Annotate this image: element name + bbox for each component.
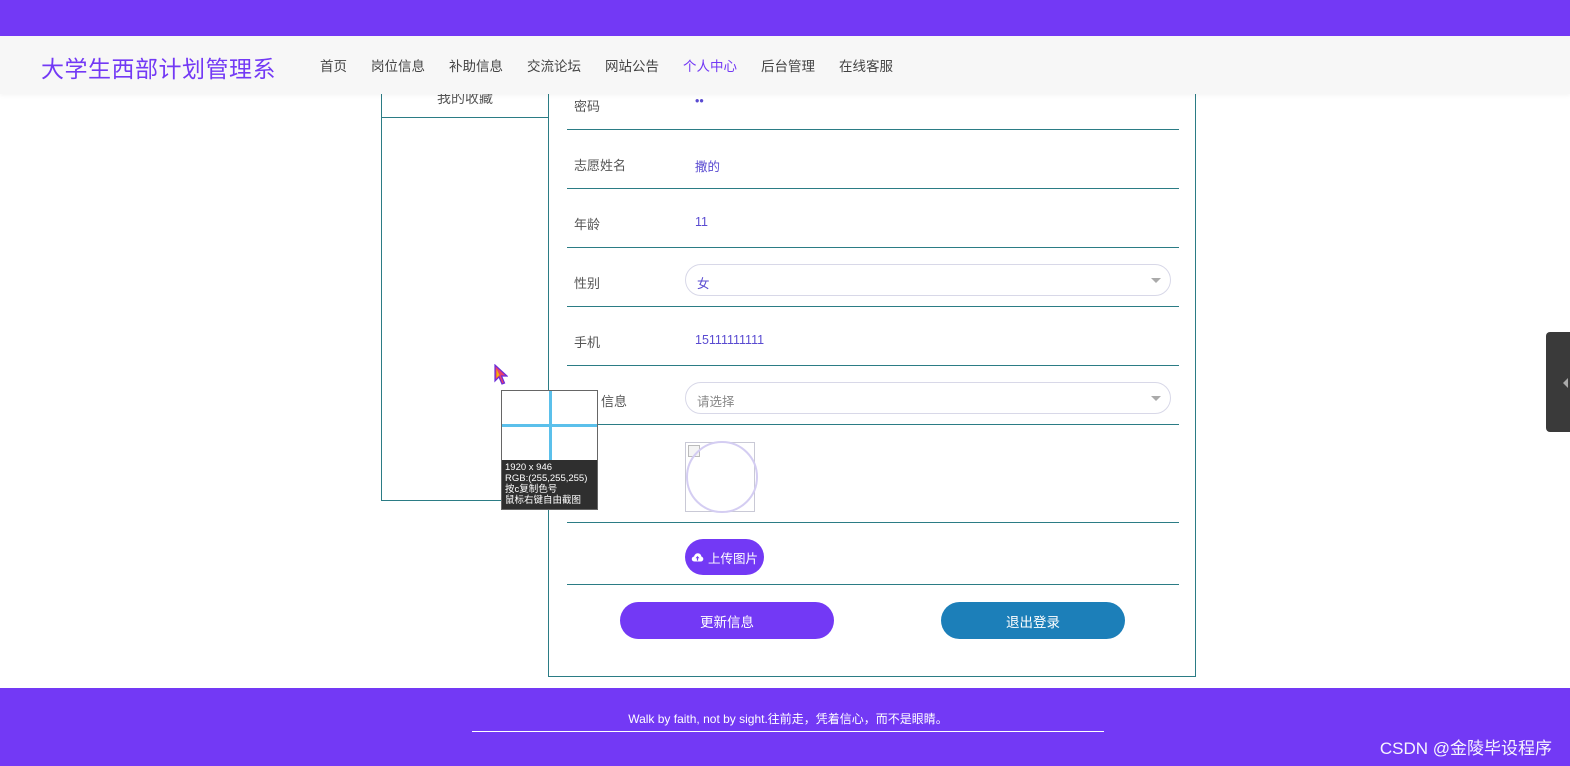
password-label: 密码 — [574, 99, 601, 114]
nav-item-personal-center[interactable]: 个人中心 — [671, 55, 749, 75]
picker-size: 1920 x 946 — [505, 462, 553, 473]
age-row: 年龄 11 — [567, 188, 1179, 248]
photo-row — [567, 424, 1179, 523]
profile-form: 密码 •• 志愿姓名 撒的 年龄 11 性别 女 手机 15111111111 … — [548, 80, 1196, 677]
picker-hint-capture: 鼠标右键自由截图 — [505, 495, 582, 506]
password-input[interactable]: •• — [695, 94, 704, 108]
upload-image-button[interactable]: 上传图片 — [685, 539, 764, 575]
name-input[interactable]: 撒的 — [695, 156, 720, 175]
nav-item-jobs[interactable]: 岗位信息 — [359, 55, 437, 75]
avatar-circle — [686, 441, 758, 513]
post-info-select[interactable]: 请选择 — [685, 382, 1171, 414]
picker-rgb: RGB:(255,255,255) — [505, 473, 588, 484]
nav-item-online-service[interactable]: 在线客服 — [827, 55, 905, 75]
name-row: 志愿姓名 撒的 — [567, 129, 1179, 189]
post-info-row: 信息 请选择 — [567, 365, 1179, 425]
footer-divider — [472, 731, 1104, 732]
update-info-button[interactable]: 更新信息 — [620, 602, 834, 639]
gender-row: 性别 女 — [567, 247, 1179, 307]
post-info-label: 信息 — [601, 394, 628, 409]
gender-select-value: 女 — [697, 277, 710, 291]
phone-label: 手机 — [574, 335, 601, 350]
age-label: 年龄 — [574, 217, 601, 232]
chevron-left-icon — [1563, 378, 1568, 388]
avatar-image — [685, 441, 758, 513]
picker-hint-copy: 按c复制色号 — [505, 484, 558, 495]
nav-item-forum[interactable]: 交流论坛 — [515, 55, 593, 75]
mouse-pointer-icon — [494, 364, 508, 385]
phone-row: 手机 15111111111 — [567, 306, 1179, 366]
upload-image-label: 上传图片 — [707, 551, 758, 566]
crosshair-horizontal — [502, 424, 597, 427]
nav-item-admin[interactable]: 后台管理 — [749, 55, 827, 75]
chevron-down-icon — [1151, 278, 1161, 283]
color-picker-info: 1920 x 946 RGB:(255,255,255) 按c复制色号 鼠标右键… — [502, 460, 597, 509]
cloud-upload-icon — [691, 552, 704, 561]
footer-quote: Walk by faith, not by sight.往前走，凭着信心，而不是… — [628, 712, 948, 726]
color-picker-overlay: 1920 x 946 RGB:(255,255,255) 按c复制色号 鼠标右键… — [501, 390, 598, 510]
top-accent-bar — [0, 0, 1570, 36]
age-input[interactable]: 11 — [695, 215, 708, 229]
csdn-watermark: CSDN @金陵毕设程序 — [1379, 739, 1552, 758]
logout-button[interactable]: 退出登录 — [941, 602, 1125, 639]
gender-label: 性别 — [574, 276, 601, 291]
gender-select[interactable]: 女 — [685, 264, 1171, 296]
nav-item-subsidy[interactable]: 补助信息 — [437, 55, 515, 75]
chevron-down-icon — [1151, 396, 1161, 401]
nav-menu: 首页 岗位信息 补助信息 交流论坛 网站公告 个人中心 后台管理 在线客服 — [308, 36, 905, 94]
side-float-tab[interactable] — [1546, 332, 1570, 432]
nav-item-announcements[interactable]: 网站公告 — [593, 55, 671, 75]
navbar: 大学生西部计划管理系 首页 岗位信息 补助信息 交流论坛 网站公告 个人中心 后… — [0, 36, 1570, 94]
phone-input[interactable]: 15111111111 — [695, 333, 764, 347]
upload-row: 上传图片 — [567, 522, 1179, 585]
name-label: 志愿姓名 — [574, 158, 627, 173]
nav-item-home[interactable]: 首页 — [308, 55, 359, 75]
footer: Walk by faith, not by sight.往前走，凭着信心，而不是… — [0, 688, 1570, 766]
post-info-placeholder: 请选择 — [697, 395, 735, 409]
site-brand[interactable]: 大学生西部计划管理系 — [41, 50, 276, 84]
